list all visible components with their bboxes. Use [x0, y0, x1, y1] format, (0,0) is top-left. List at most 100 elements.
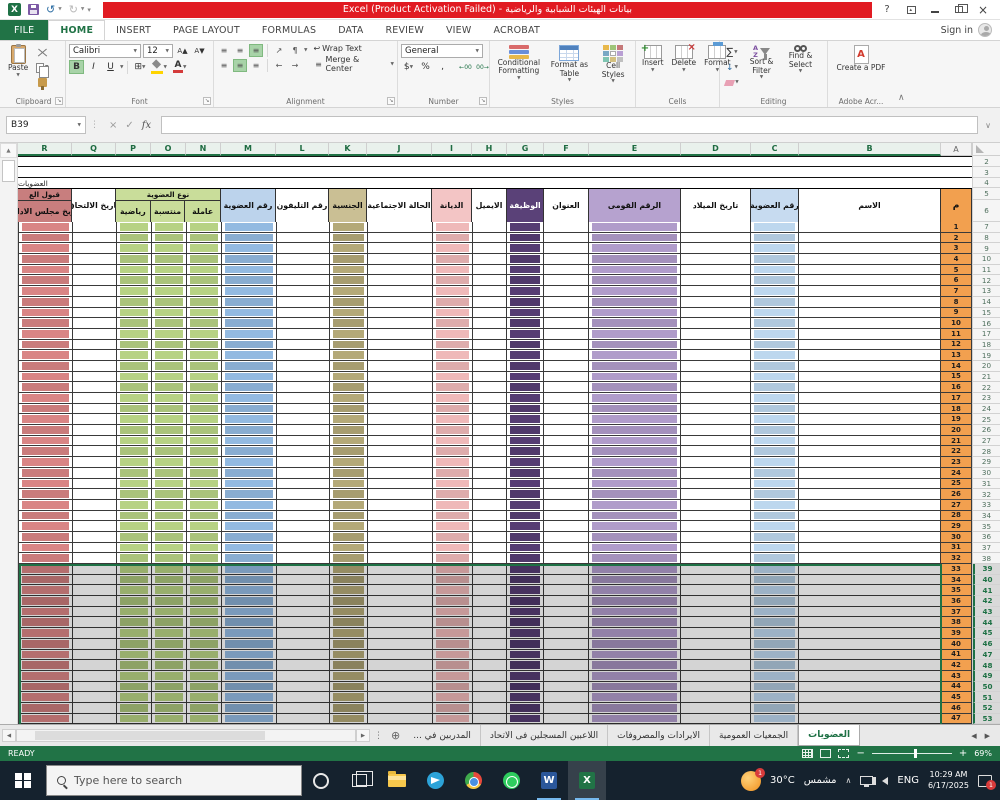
- percent-button[interactable]: %: [418, 60, 433, 74]
- cell-P30[interactable]: [117, 468, 152, 478]
- cell-K36[interactable]: [330, 532, 368, 542]
- cell-N15[interactable]: [187, 308, 222, 318]
- cell-F39[interactable]: [544, 564, 589, 574]
- cell-R35[interactable]: [19, 521, 73, 531]
- delete-cells-button[interactable]: × Delete▼: [669, 44, 700, 74]
- cell-A14[interactable]: 8: [941, 297, 972, 307]
- cell-E19[interactable]: [589, 350, 681, 360]
- column-header-D[interactable]: D: [681, 143, 751, 156]
- cell-A27[interactable]: 21: [941, 436, 972, 446]
- cell-D40[interactable]: [681, 575, 751, 585]
- number-format-combo[interactable]: General▼: [401, 44, 483, 58]
- cell-N20[interactable]: [187, 361, 222, 371]
- cell-C29[interactable]: [751, 457, 799, 467]
- cell-G20[interactable]: [507, 361, 544, 371]
- cell-L14[interactable]: [277, 297, 330, 307]
- cell-F48[interactable]: [544, 660, 589, 670]
- bold-button[interactable]: B: [69, 60, 84, 74]
- cell-K34[interactable]: [330, 511, 368, 521]
- cell-Q11[interactable]: [73, 265, 117, 275]
- merge-center-button[interactable]: ≡ Merge & Center ▼: [313, 55, 394, 73]
- cell-I42[interactable]: [433, 596, 473, 606]
- cell-B45[interactable]: [799, 628, 941, 638]
- row-header-18[interactable]: 18: [973, 340, 1000, 351]
- sheet-row-9[interactable]: 3: [18, 243, 972, 254]
- cell-O44[interactable]: [152, 617, 187, 627]
- cell-K8[interactable]: [330, 233, 368, 243]
- expand-formula-bar-icon[interactable]: ∨: [982, 121, 994, 130]
- close-button[interactable]: ×: [972, 2, 994, 17]
- cell-A16[interactable]: 10: [941, 318, 972, 328]
- cell-B51[interactable]: [799, 692, 941, 702]
- cell-N32[interactable]: [187, 489, 222, 499]
- cell-B42[interactable]: [799, 596, 941, 606]
- cell-B47[interactable]: [799, 650, 941, 660]
- cell-M30[interactable]: [222, 468, 277, 478]
- cell-K38[interactable]: [330, 553, 368, 563]
- cell-L43[interactable]: [277, 607, 330, 617]
- column-header-J[interactable]: J: [367, 143, 432, 156]
- cell-N18[interactable]: [187, 340, 222, 350]
- cell-H24[interactable]: [473, 404, 508, 414]
- cell-N53[interactable]: [187, 714, 222, 724]
- cell-F25[interactable]: [544, 414, 589, 424]
- sheet-row-19[interactable]: 13: [18, 350, 972, 361]
- cell-R33[interactable]: [19, 500, 73, 510]
- weather-icon[interactable]: 1: [741, 771, 761, 791]
- cell-E13[interactable]: [589, 286, 681, 296]
- column-header-H[interactable]: H: [472, 143, 507, 156]
- cell-M18[interactable]: [222, 340, 277, 350]
- cell-H38[interactable]: [473, 553, 508, 563]
- cell-N13[interactable]: [187, 286, 222, 296]
- cell-A32[interactable]: 26: [941, 489, 972, 499]
- cell-R49[interactable]: [19, 671, 73, 681]
- cell-A19[interactable]: 13: [941, 350, 972, 360]
- cell-K41[interactable]: [330, 585, 368, 595]
- cell-A18[interactable]: 12: [941, 340, 972, 350]
- cell-E43[interactable]: [589, 607, 681, 617]
- cell-K25[interactable]: [330, 414, 368, 424]
- cell-H44[interactable]: [473, 617, 508, 627]
- cell-D47[interactable]: [681, 650, 751, 660]
- cell-F47[interactable]: [544, 650, 589, 660]
- cell-O32[interactable]: [152, 489, 187, 499]
- cell-N33[interactable]: [187, 500, 222, 510]
- cell-L12[interactable]: [277, 275, 330, 285]
- cell-N36[interactable]: [187, 532, 222, 542]
- cell-C38[interactable]: [751, 553, 799, 563]
- cell-R34[interactable]: [19, 511, 73, 521]
- cell-F21[interactable]: [544, 372, 589, 382]
- cell-O39[interactable]: [152, 564, 187, 574]
- cell-R27[interactable]: [19, 436, 73, 446]
- cell-I47[interactable]: [433, 650, 473, 660]
- row-header-29[interactable]: 29: [973, 457, 1000, 468]
- cell-F49[interactable]: [544, 671, 589, 681]
- cell-I44[interactable]: [433, 617, 473, 627]
- cell-O34[interactable]: [152, 511, 187, 521]
- cell-K44[interactable]: [330, 617, 368, 627]
- cell-F23[interactable]: [544, 393, 589, 403]
- taskbar-search[interactable]: Type here to search: [46, 765, 302, 796]
- cell-G37[interactable]: [507, 543, 544, 553]
- cell-N44[interactable]: [187, 617, 222, 627]
- cell-R41[interactable]: [19, 585, 73, 595]
- cell-B43[interactable]: [799, 607, 941, 617]
- cell-P37[interactable]: [117, 543, 152, 553]
- cell-D13[interactable]: [681, 286, 751, 296]
- cell-F17[interactable]: [544, 329, 589, 339]
- cell-N30[interactable]: [187, 468, 222, 478]
- cell-C39[interactable]: [751, 564, 799, 574]
- cell-M35[interactable]: [222, 521, 277, 531]
- cell-B48[interactable]: [799, 660, 941, 670]
- cell-Q52[interactable]: [73, 703, 117, 713]
- cell-O41[interactable]: [152, 585, 187, 595]
- cell-E9[interactable]: [589, 243, 681, 253]
- cell-R19[interactable]: [19, 350, 73, 360]
- cell-J50[interactable]: [368, 682, 433, 692]
- cell-R16[interactable]: [19, 318, 73, 328]
- confirm-entry-icon[interactable]: ✓: [125, 120, 133, 131]
- cell-Q43[interactable]: [73, 607, 117, 617]
- cell-J45[interactable]: [368, 628, 433, 638]
- cell-L41[interactable]: [277, 585, 330, 595]
- cell-K13[interactable]: [330, 286, 368, 296]
